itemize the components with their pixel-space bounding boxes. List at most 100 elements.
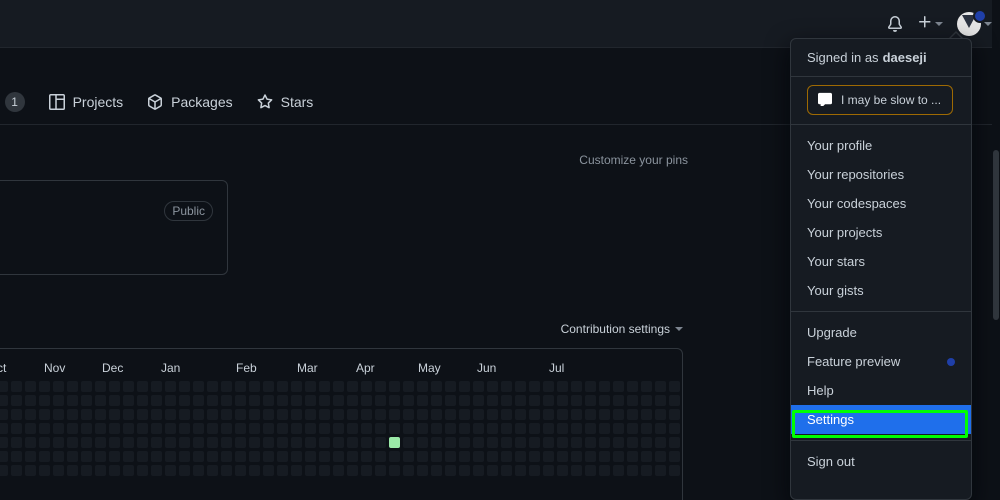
contribution-cell[interactable] <box>571 423 582 434</box>
contribution-cell[interactable] <box>487 451 498 462</box>
contribution-cell[interactable] <box>319 437 330 448</box>
contribution-cell[interactable] <box>627 437 638 448</box>
contribution-cell[interactable] <box>67 437 78 448</box>
contribution-cell[interactable] <box>319 451 330 462</box>
contribution-cell[interactable] <box>319 381 330 392</box>
contribution-cell[interactable] <box>53 409 64 420</box>
contribution-cell[interactable] <box>319 395 330 406</box>
contribution-cell[interactable] <box>473 437 484 448</box>
contribution-cell[interactable] <box>445 423 456 434</box>
contribution-cell[interactable] <box>459 423 470 434</box>
contribution-cell[interactable] <box>431 381 442 392</box>
contribution-cell[interactable] <box>0 423 8 434</box>
contribution-cell[interactable] <box>151 381 162 392</box>
contribution-cell[interactable] <box>417 395 428 406</box>
contribution-cell[interactable] <box>193 437 204 448</box>
contribution-cell[interactable] <box>347 437 358 448</box>
contribution-cell[interactable] <box>557 395 568 406</box>
contribution-cell[interactable] <box>375 465 386 476</box>
contribution-cell[interactable] <box>403 437 414 448</box>
contribution-cell[interactable] <box>347 451 358 462</box>
contribution-cell[interactable] <box>39 381 50 392</box>
contribution-cell[interactable] <box>599 423 610 434</box>
contribution-cell[interactable] <box>53 381 64 392</box>
contribution-cell[interactable] <box>613 451 624 462</box>
contribution-cell[interactable] <box>11 437 22 448</box>
contribution-cell[interactable] <box>277 409 288 420</box>
contribution-cell[interactable] <box>193 381 204 392</box>
contribution-cell[interactable] <box>291 451 302 462</box>
contribution-cell[interactable] <box>39 409 50 420</box>
contribution-cell[interactable] <box>11 465 22 476</box>
contribution-cell[interactable] <box>67 409 78 420</box>
contribution-cell[interactable] <box>235 423 246 434</box>
contribution-cell[interactable] <box>165 423 176 434</box>
contribution-cell[interactable] <box>109 451 120 462</box>
contribution-cell[interactable] <box>529 451 540 462</box>
contribution-cell[interactable] <box>403 381 414 392</box>
contribution-cell[interactable] <box>613 437 624 448</box>
contribution-cell[interactable] <box>487 465 498 476</box>
contribution-cell[interactable] <box>417 465 428 476</box>
contribution-cell[interactable] <box>599 451 610 462</box>
contribution-cell[interactable] <box>641 451 652 462</box>
contribution-cell[interactable] <box>487 381 498 392</box>
contribution-cell[interactable] <box>179 437 190 448</box>
contribution-cell[interactable] <box>361 465 372 476</box>
contribution-cell[interactable] <box>123 437 134 448</box>
sidebar-item-repositories[interactable]: ries 1 <box>0 92 25 112</box>
contribution-cell[interactable] <box>613 381 624 392</box>
contribution-cell[interactable] <box>39 451 50 462</box>
contribution-cell[interactable] <box>417 423 428 434</box>
contribution-cell[interactable] <box>473 465 484 476</box>
contribution-cell[interactable] <box>571 451 582 462</box>
contribution-cell[interactable] <box>263 465 274 476</box>
contribution-cell[interactable] <box>389 451 400 462</box>
contribution-cell[interactable] <box>263 437 274 448</box>
contribution-cell[interactable] <box>207 381 218 392</box>
contribution-cell[interactable] <box>529 395 540 406</box>
contribution-cell[interactable] <box>151 465 162 476</box>
contribution-cell[interactable] <box>291 409 302 420</box>
contribution-cell[interactable] <box>543 381 554 392</box>
contribution-cell[interactable] <box>123 409 134 420</box>
contribution-cell[interactable] <box>627 465 638 476</box>
contribution-cell[interactable] <box>487 437 498 448</box>
contribution-cell[interactable] <box>95 409 106 420</box>
contribution-cell[interactable] <box>557 437 568 448</box>
contribution-cell[interactable] <box>389 381 400 392</box>
menu-item-upgrade[interactable]: Upgrade <box>791 318 971 347</box>
contribution-cell[interactable] <box>53 395 64 406</box>
contribution-cell[interactable] <box>53 437 64 448</box>
menu-item-your-repositories[interactable]: Your repositories <box>791 160 971 189</box>
contribution-cell[interactable] <box>599 395 610 406</box>
contribution-cell[interactable] <box>515 423 526 434</box>
contribution-cell[interactable] <box>585 437 596 448</box>
contribution-cell[interactable] <box>53 451 64 462</box>
contribution-cell[interactable] <box>515 465 526 476</box>
contribution-cell[interactable] <box>277 451 288 462</box>
menu-item-your-projects[interactable]: Your projects <box>791 218 971 247</box>
contribution-cell[interactable] <box>221 465 232 476</box>
contribution-cell[interactable] <box>123 423 134 434</box>
contribution-cell[interactable] <box>375 423 386 434</box>
menu-item-sign-out[interactable]: Sign out <box>791 447 971 476</box>
contribution-cell[interactable] <box>487 423 498 434</box>
contribution-cell[interactable] <box>0 451 8 462</box>
contribution-cell[interactable] <box>221 423 232 434</box>
contribution-cell[interactable] <box>515 451 526 462</box>
contribution-cell[interactable] <box>459 381 470 392</box>
contribution-cell[interactable] <box>95 465 106 476</box>
contribution-cell[interactable] <box>165 437 176 448</box>
contribution-cell[interactable] <box>151 451 162 462</box>
contribution-cell[interactable] <box>613 423 624 434</box>
contribution-cell[interactable] <box>585 423 596 434</box>
contribution-cell[interactable] <box>515 395 526 406</box>
contribution-cell[interactable] <box>305 423 316 434</box>
contribution-cell[interactable] <box>641 423 652 434</box>
contribution-cell[interactable] <box>109 381 120 392</box>
contribution-cell[interactable] <box>305 381 316 392</box>
contribution-cell[interactable] <box>613 409 624 420</box>
contribution-cell[interactable] <box>305 395 316 406</box>
contribution-cell[interactable] <box>11 451 22 462</box>
